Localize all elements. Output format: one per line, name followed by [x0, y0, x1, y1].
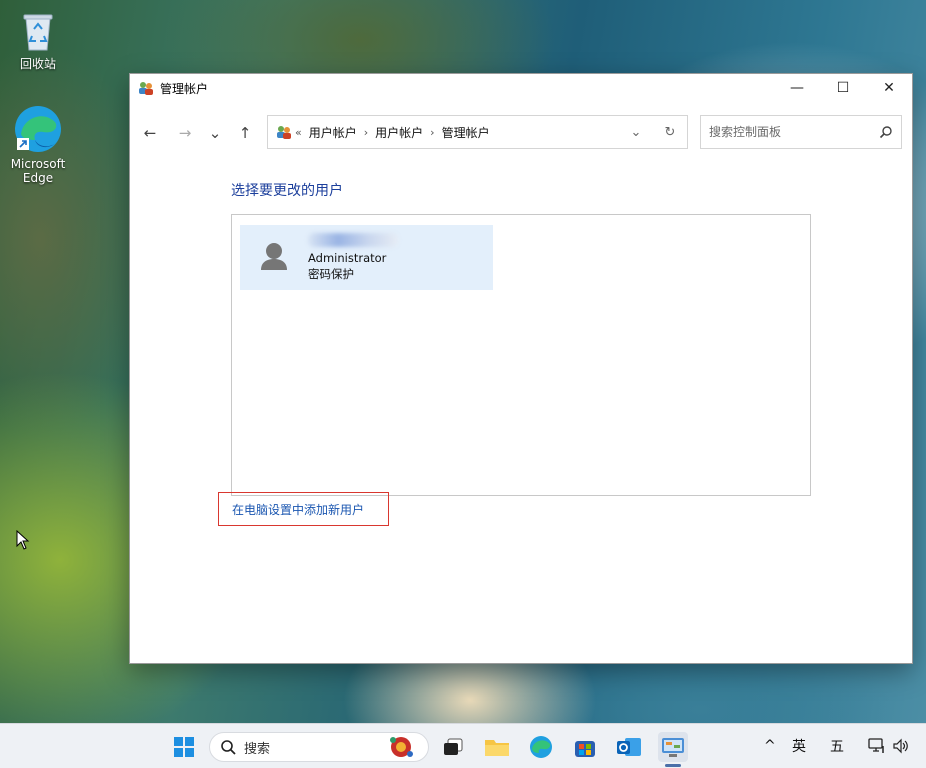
user-list: Administrator 密码保护 — [231, 214, 811, 496]
user-account-name: Administrator — [308, 251, 387, 265]
show-hidden-icons-button[interactable]: ^ — [764, 738, 776, 754]
ime-language-indicator[interactable]: 英 — [792, 736, 806, 756]
recent-locations-button[interactable]: ⌄ — [203, 121, 227, 145]
search-icon — [221, 740, 236, 755]
search-input[interactable] — [709, 125, 879, 139]
network-icon[interactable] — [868, 737, 886, 755]
recycle-bin-desktop-icon[interactable]: 回收站 — [2, 12, 74, 72]
active-app-indicator — [665, 764, 681, 767]
mouse-cursor-icon — [16, 530, 30, 550]
control-panel-taskbar-button[interactable] — [658, 732, 688, 762]
start-button[interactable] — [169, 732, 199, 762]
up-button[interactable]: ↑ — [233, 121, 257, 145]
store-icon — [575, 741, 595, 757]
user-avatar-icon — [261, 242, 287, 270]
task-view-icon — [444, 738, 463, 755]
volume-icon[interactable] — [892, 737, 910, 755]
manage-accounts-window: 管理帐户 — ☐ ✕ ← → ⌄ ↑ « 用户帐户 › 用户帐户 › 管理帐户 … — [129, 73, 913, 664]
outlook-button[interactable] — [614, 732, 644, 762]
minimize-button[interactable]: — — [774, 74, 820, 102]
user-tile-administrator[interactable]: Administrator 密码保护 — [240, 225, 493, 290]
address-bar[interactable]: « 用户帐户 › 用户帐户 › 管理帐户 ⌄ ↻ — [267, 115, 688, 149]
title-bar[interactable]: 管理帐户 — ☐ ✕ — [130, 74, 912, 102]
file-explorer-button[interactable] — [482, 732, 512, 762]
taskbar: 搜索 ^ 英 五 — [0, 723, 926, 768]
breadcrumb-overflow[interactable]: « — [295, 126, 302, 139]
recycle-bin-label: 回收站 — [19, 57, 56, 71]
navigation-bar: ← → ⌄ ↑ « 用户帐户 › 用户帐户 › 管理帐户 ⌄ ↻ — [130, 115, 912, 149]
search-box[interactable] — [700, 115, 902, 149]
page-heading: 选择要更改的用户 — [231, 183, 343, 199]
back-button[interactable]: ← — [138, 121, 162, 145]
breadcrumb-separator[interactable]: › — [430, 126, 434, 139]
taskbar-search-label: 搜索 — [244, 741, 271, 757]
control-panel-icon — [662, 738, 684, 757]
windows-logo-icon — [174, 737, 194, 757]
close-button[interactable]: ✕ — [866, 74, 912, 102]
window-title: 管理帐户 — [160, 81, 209, 96]
edge-desktop-icon[interactable]: Microsoft Edge — [2, 104, 74, 185]
blurred-user-name — [308, 233, 398, 247]
add-new-user-link[interactable]: 在电脑设置中添加新用户 — [218, 492, 389, 526]
recycle-bin-icon — [23, 14, 53, 51]
breadcrumb-manage-accounts[interactable]: 管理帐户 — [442, 124, 490, 141]
task-view-button[interactable] — [438, 732, 468, 762]
breadcrumb-user-accounts-1[interactable]: 用户帐户 — [309, 124, 357, 141]
edge-label: Microsoft Edge — [10, 157, 66, 185]
forward-button[interactable]: → — [173, 121, 197, 145]
edge-icon — [15, 106, 61, 152]
user-accounts-icon — [139, 82, 153, 95]
address-dropdown-icon[interactable]: ⌄ — [619, 125, 653, 140]
edge-taskbar-button[interactable] — [526, 732, 556, 762]
breadcrumb-separator[interactable]: › — [364, 126, 368, 139]
edge-icon — [530, 736, 552, 758]
store-button[interactable] — [570, 732, 600, 762]
ime-mode-indicator[interactable]: 五 — [830, 736, 844, 756]
search-icon — [879, 126, 892, 139]
taskbar-search[interactable]: 搜索 — [209, 732, 429, 762]
refresh-icon[interactable]: ↻ — [653, 125, 687, 140]
control-panel-location-icon — [277, 126, 291, 139]
search-highlight-icon — [390, 737, 413, 757]
outlook-icon — [617, 738, 641, 756]
maximize-button[interactable]: ☐ — [820, 74, 866, 102]
breadcrumb-user-accounts-2[interactable]: 用户帐户 — [375, 124, 423, 141]
user-account-status: 密码保护 — [308, 267, 354, 281]
folder-icon — [485, 740, 509, 756]
